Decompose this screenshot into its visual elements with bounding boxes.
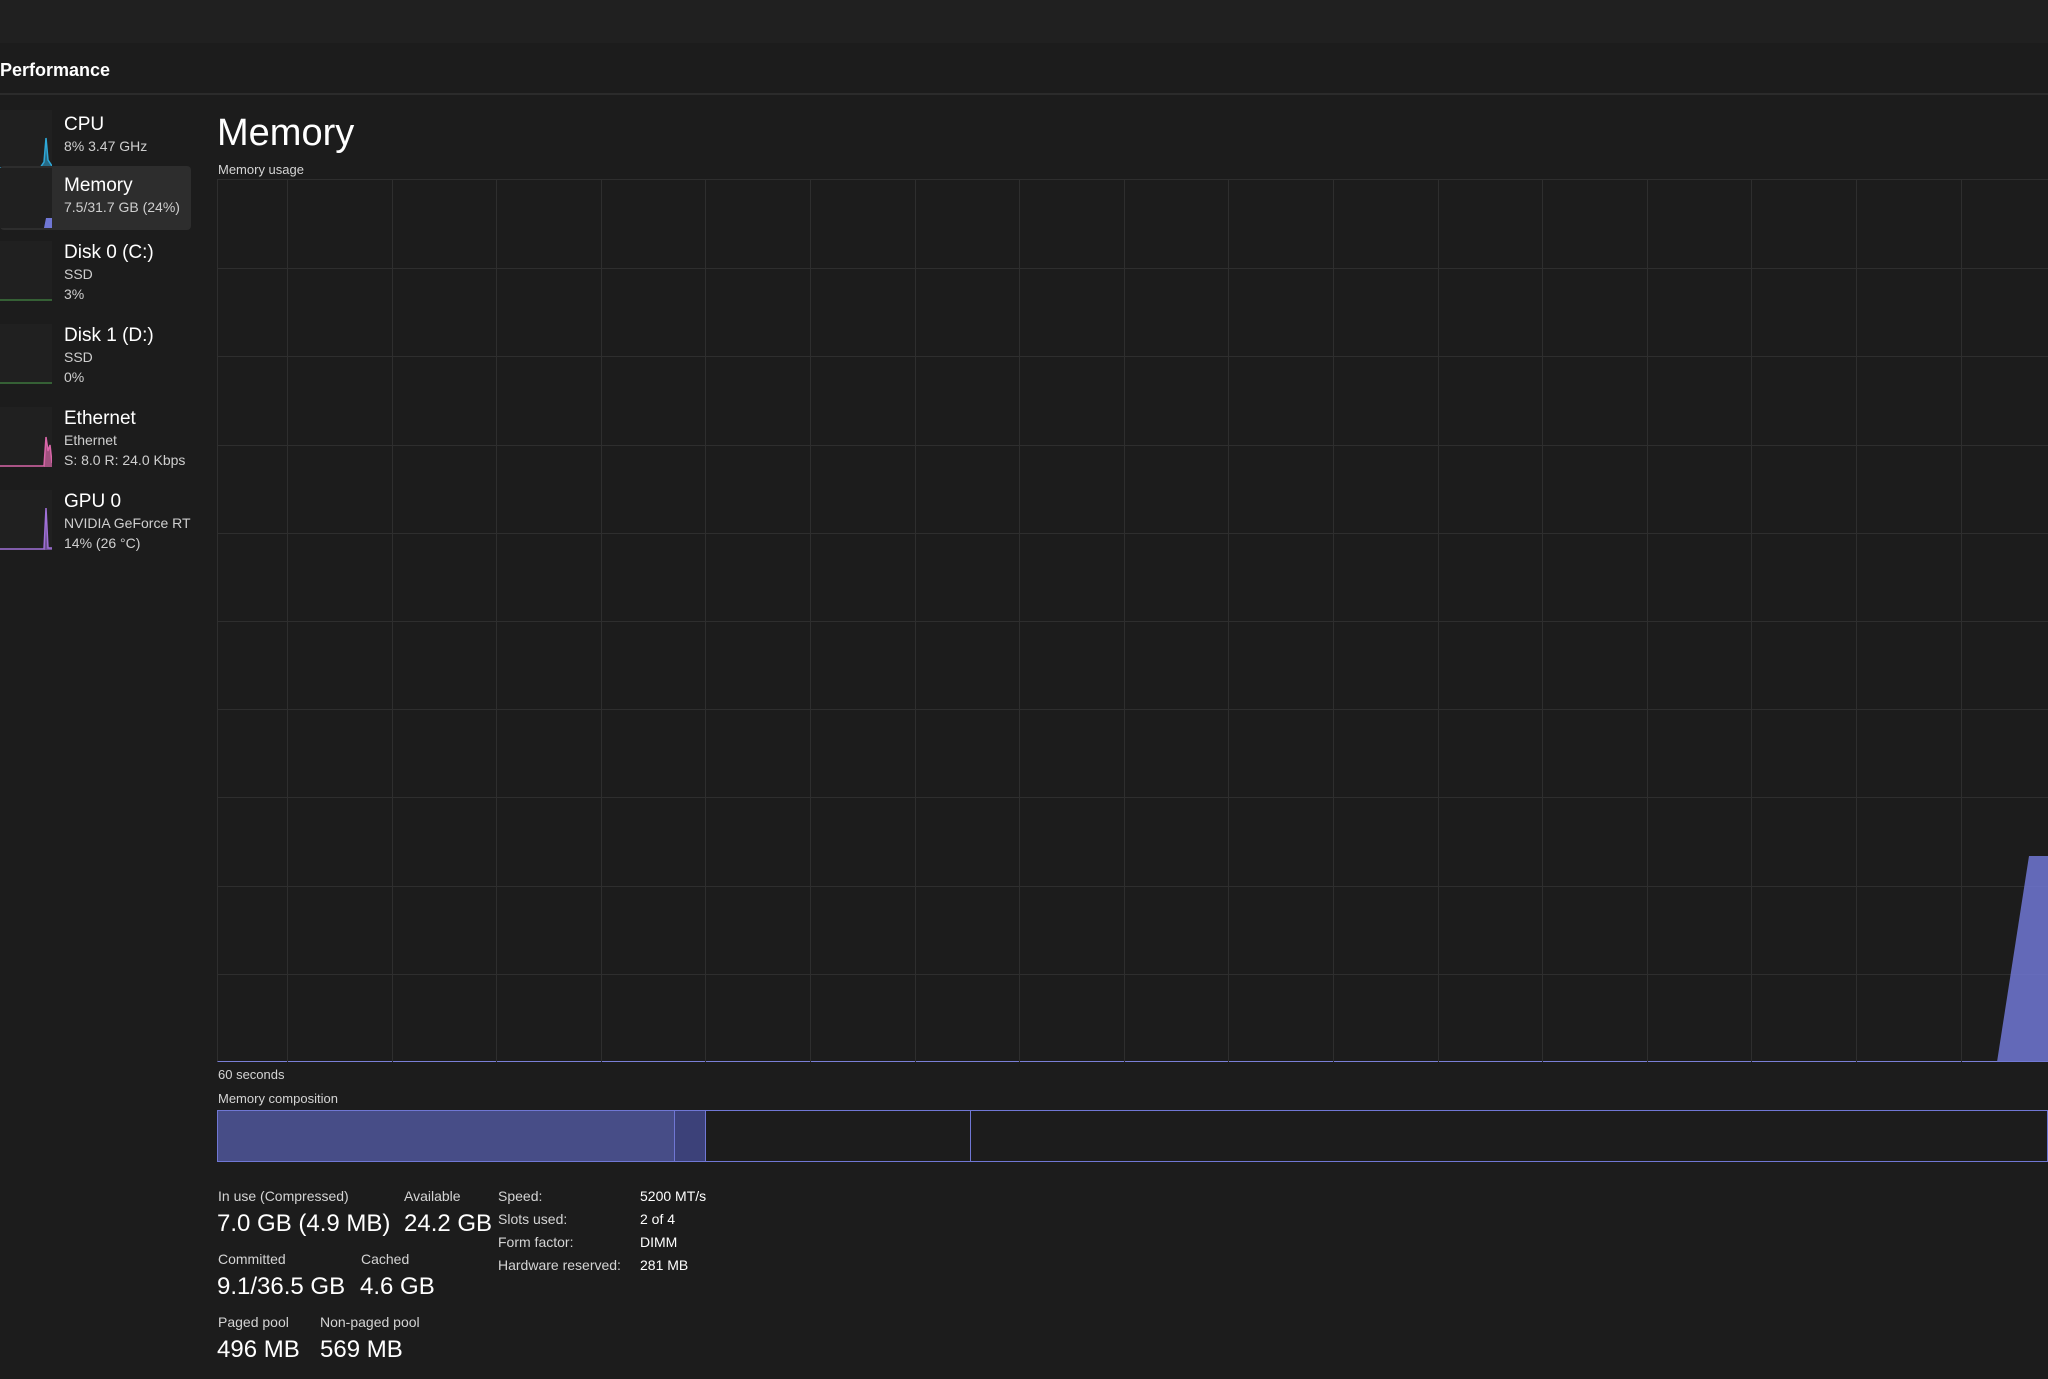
composition-in-use-segment[interactable] [218, 1111, 675, 1161]
form-factor-value: DIMM [640, 1234, 678, 1250]
sidebar-item-detail: SSD [64, 266, 93, 282]
committed-value: 9.1/36.5 GB [217, 1273, 346, 1300]
sidebar-item-memory[interactable]: Memory 7.5/31.7 GB (24%) [0, 166, 191, 230]
hardware-reserved-label: Hardware reserved: [498, 1257, 621, 1273]
slots-used-label: Slots used: [498, 1211, 568, 1227]
sidebar-item-cpu[interactable]: CPU 8% 3.47 GHz [0, 110, 191, 170]
composition-modified-segment[interactable] [675, 1111, 706, 1161]
disk-0-thumbnail-graph [0, 241, 52, 301]
composition-standby-segment[interactable] [706, 1111, 971, 1161]
sidebar-item-gpu-0[interactable]: GPU 0 NVIDIA GeForce RT 14% (26 °C) [0, 487, 191, 563]
sidebar-item-detail: 14% (26 °C) [64, 535, 141, 551]
sidebar-item-detail: 7.5/31.7 GB (24%) [64, 199, 180, 215]
available-label: Available [404, 1188, 461, 1204]
performance-sidebar: CPU 8% 3.47 GHz Memory 7.5/31.7 GB (24%)… [0, 110, 195, 1370]
paged-pool-value: 496 MB [217, 1336, 300, 1363]
sidebar-item-detail: NVIDIA GeForce RT [64, 515, 191, 531]
nonpaged-pool-label: Non-paged pool [320, 1314, 420, 1330]
form-factor-label: Form factor: [498, 1234, 574, 1250]
sidebar-item-detail: 3% [64, 286, 85, 302]
available-value: 24.2 GB [404, 1210, 493, 1237]
disk-1-thumbnail-graph [0, 324, 52, 384]
sidebar-item-detail: 8% 3.47 GHz [64, 138, 148, 154]
resource-title: Memory [217, 112, 355, 154]
sidebar-item-disk-0[interactable]: Disk 0 (C:) SSD 3% [0, 238, 191, 314]
sidebar-item-label: Disk 1 (D:) [64, 325, 154, 346]
paged-pool-label: Paged pool [218, 1314, 289, 1330]
ethernet-thumbnail-graph [0, 407, 52, 467]
hardware-reserved-value: 281 MB [640, 1257, 689, 1273]
gpu-thumbnail-graph [0, 490, 52, 550]
cached-value: 4.6 GB [360, 1273, 435, 1300]
sidebar-item-label: Ethernet [64, 408, 136, 429]
sidebar-item-label: CPU [64, 114, 105, 135]
sidebar-item-detail: SSD [64, 349, 93, 365]
memory-usage-chart [217, 179, 2048, 1062]
composition-free-segment[interactable] [971, 1111, 2047, 1161]
in-use-label: In use (Compressed) [218, 1188, 349, 1204]
time-range-label: 60 seconds [218, 1067, 285, 1082]
sidebar-item-label: GPU 0 [64, 491, 122, 512]
committed-label: Committed [218, 1251, 286, 1267]
memory-thumbnail-graph [0, 168, 52, 228]
sidebar-item-detail: Ethernet [64, 432, 117, 448]
memory-composition-bar [217, 1110, 2048, 1162]
sidebar-item-detail: 0% [64, 369, 85, 385]
in-use-value: 7.0 GB (4.9 MB) [217, 1210, 391, 1237]
nonpaged-pool-value: 569 MB [320, 1336, 403, 1363]
page-title: Performance [0, 60, 111, 80]
sidebar-item-ethernet[interactable]: Ethernet Ethernet S: 8.0 R: 24.0 Kbps [0, 404, 191, 480]
memory-usage-label: Memory usage [218, 162, 304, 177]
sidebar-item-detail: S: 8.0 R: 24.0 Kbps [64, 452, 186, 468]
cached-label: Cached [361, 1251, 410, 1267]
sidebar-item-label: Memory [64, 175, 133, 196]
speed-value: 5200 MT/s [640, 1188, 707, 1204]
slots-used-value: 2 of 4 [640, 1211, 676, 1227]
memory-composition-label: Memory composition [218, 1091, 338, 1106]
window-titlebar [0, 0, 2048, 43]
sidebar-item-label: Disk 0 (C:) [64, 242, 154, 263]
memory-usage-chart-svg [218, 180, 2048, 1062]
page-header: Performance [0, 43, 2048, 95]
cpu-thumbnail-graph [0, 110, 52, 170]
speed-label: Speed: [498, 1188, 543, 1204]
sidebar-item-disk-1[interactable]: Disk 1 (D:) SSD 0% [0, 321, 191, 397]
